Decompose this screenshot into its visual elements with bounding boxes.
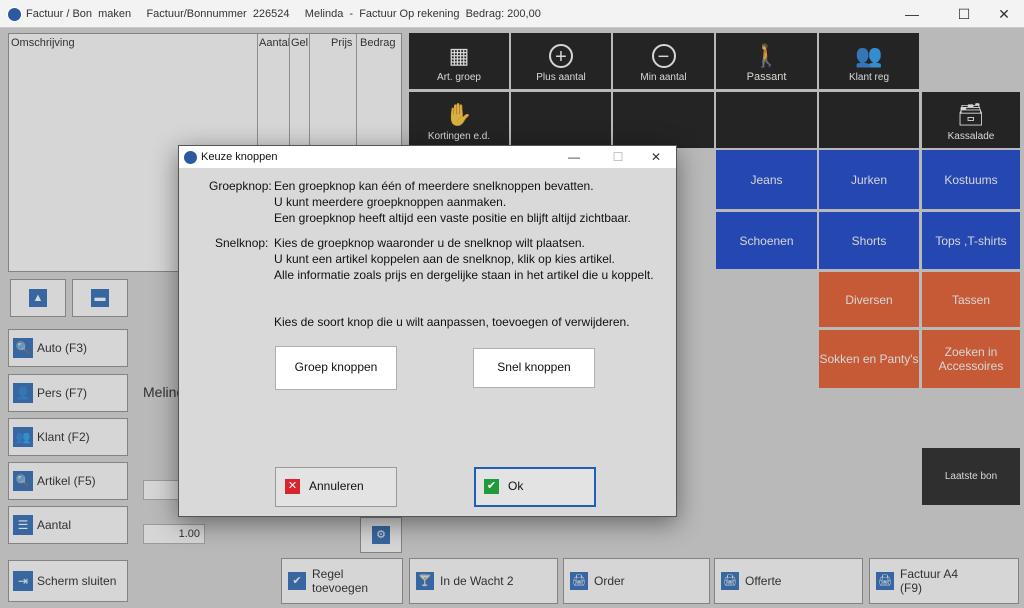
snelknop-label: Snelknop: [215,236,269,250]
dialog-close-button[interactable]: ✕ [641,147,671,167]
annuleren-label: Annuleren [309,479,364,493]
instruction-text: Kies de soort knop die u wilt aanpassen,… [274,315,630,329]
snel-knoppen-button[interactable]: Snel knoppen [473,348,595,388]
close-button[interactable]: ✕ [984,4,1024,24]
groepknop-line: Een groepknop heeft altijd een vaste pos… [274,211,631,225]
groepknop-label: Groepknop: [209,179,272,193]
minimize-button[interactable]: — [892,4,932,24]
dialog-title: Keuze knoppen [201,151,278,163]
groepknop-line: Een groepknop kan één of meerdere snelkn… [274,179,594,193]
annuleren-button[interactable]: ✕ Annuleren [275,467,397,507]
check-icon: ✔ [484,479,499,494]
groep-knoppen-button[interactable]: Groep knoppen [275,346,397,390]
dialog-title-bar: Keuze knoppen — ☐ ✕ [179,146,676,168]
ok-button[interactable]: ✔ Ok [474,467,596,507]
cancel-x-icon: ✕ [285,479,300,494]
ok-label: Ok [508,479,524,493]
snelknop-line: Kies de groepknop waaronder u de snelkno… [274,236,585,250]
maximize-button[interactable]: ☐ [944,4,984,24]
snelknop-line: U kunt een artikel koppelen aan de snelk… [274,252,615,266]
dialog-minimize-button[interactable]: — [559,147,589,167]
window-title: Factuur / Bon maken Factuur/Bonnummer 22… [26,8,541,20]
app-icon [7,7,22,22]
title-bar: Factuur / Bon maken Factuur/Bonnummer 22… [0,0,1024,28]
app-icon [183,150,198,165]
groepknop-line: U kunt meerdere groepknoppen aanmaken. [274,195,507,209]
dialog-maximize-button: ☐ [612,150,624,164]
snelknop-line: Alle informatie zoals prijs en dergelijk… [274,268,654,282]
keuze-knoppen-dialog: Keuze knoppen — ☐ ✕ Groepknop: Een groep… [178,145,677,517]
